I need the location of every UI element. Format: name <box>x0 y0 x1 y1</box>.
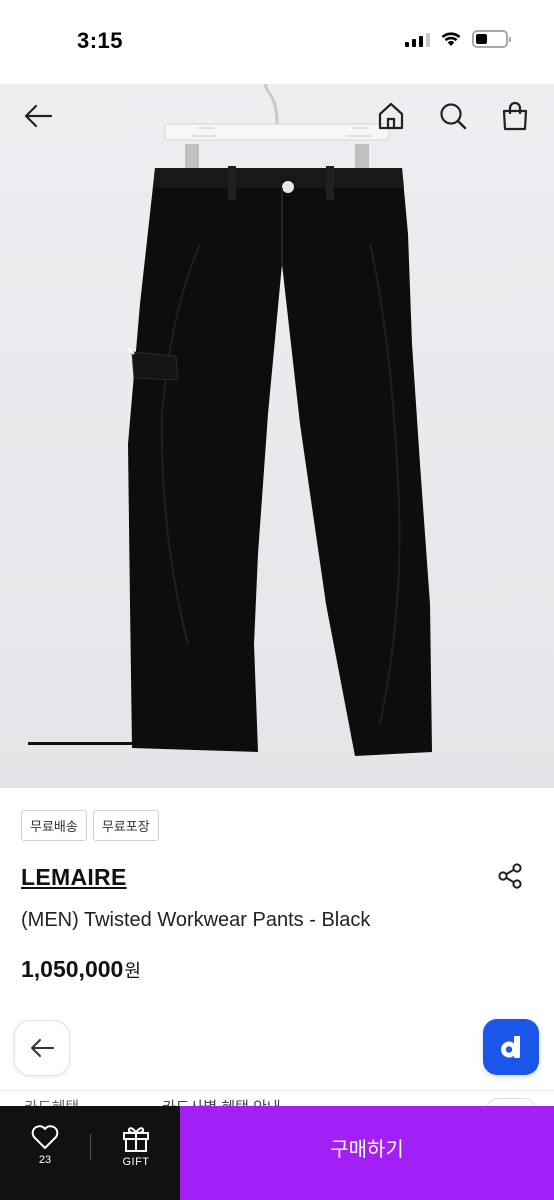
arrow-left-icon <box>24 104 53 128</box>
share-button[interactable] <box>494 860 526 892</box>
pants-illustration <box>127 84 432 756</box>
search-button[interactable] <box>435 98 471 134</box>
price-currency: 원 <box>124 961 141 981</box>
cellular-signal-icon <box>405 31 430 47</box>
buy-button[interactable]: 구매하기 <box>180 1106 554 1200</box>
arrow-left-icon <box>31 1039 54 1057</box>
wifi-icon <box>441 32 461 46</box>
status-bar: 3:15 <box>0 0 554 84</box>
divider <box>90 1134 91 1160</box>
like-button[interactable]: 23 <box>25 1124 65 1174</box>
price-amount: 1,050,000 <box>21 956 124 982</box>
image-carousel-indicator <box>28 742 132 745</box>
like-count: 23 <box>38 1154 52 1166</box>
bottom-action-bar: 23 GIFT 구매하기 <box>0 1106 554 1200</box>
app-shortcut-button[interactable] <box>483 1019 539 1075</box>
gift-label: GIFT <box>122 1156 150 1168</box>
share-icon <box>498 863 522 889</box>
top-navigation <box>0 84 554 148</box>
d-logo-icon <box>501 1036 520 1058</box>
back-button[interactable] <box>20 98 56 134</box>
free-packaging-badge: 무료포장 <box>92 810 159 841</box>
free-shipping-badge: 무료배송 <box>21 810 87 841</box>
section-divider <box>0 1090 554 1091</box>
brand-link[interactable]: LEMAIRE <box>21 864 127 891</box>
search-icon <box>440 103 467 130</box>
home-button[interactable] <box>373 98 409 134</box>
status-time: 3:15 <box>77 28 124 53</box>
cart-button[interactable] <box>497 98 533 134</box>
shipping-badges: 무료배송 무료포장 <box>21 810 159 841</box>
floating-back-button[interactable] <box>14 1020 70 1076</box>
gift-icon <box>123 1127 149 1152</box>
heart-icon <box>31 1125 59 1149</box>
product-price: 1,050,000원 <box>21 956 141 983</box>
status-icons <box>405 30 511 48</box>
product-name: (MEN) Twisted Workwear Pants - Black <box>21 909 371 931</box>
product-image[interactable] <box>0 84 554 788</box>
gift-button[interactable]: GIFT <box>114 1124 158 1174</box>
home-icon <box>378 102 404 130</box>
bottom-left-actions: 23 GIFT <box>0 1106 180 1200</box>
battery-icon <box>472 30 511 48</box>
shopping-bag-icon <box>502 101 528 131</box>
